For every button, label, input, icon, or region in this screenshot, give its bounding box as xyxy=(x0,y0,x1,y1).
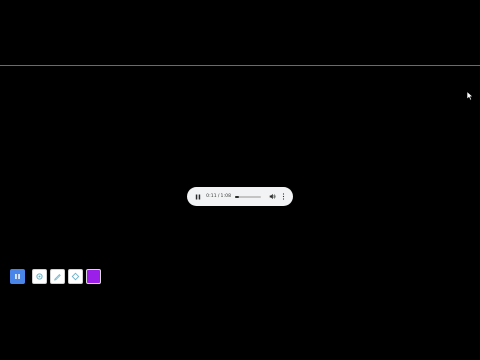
crosshair-icon xyxy=(36,272,43,280)
bottom-toolbar xyxy=(10,268,101,284)
audio-player[interactable]: 0:11/1:08 xyxy=(187,187,293,206)
toolbar-shape-button[interactable] xyxy=(68,268,83,284)
current-time: 0:11 xyxy=(206,194,217,199)
toolbar-pen-button[interactable] xyxy=(50,268,65,284)
volume-icon xyxy=(269,193,276,200)
toolbar-select-button[interactable] xyxy=(32,268,47,284)
diamond-icon xyxy=(71,272,80,280)
mouse-cursor-icon xyxy=(466,91,474,101)
seek-progress xyxy=(235,195,240,198)
pen-icon xyxy=(54,273,61,281)
more-options-button[interactable] xyxy=(280,192,287,202)
time-display: 0:11/1:08 xyxy=(206,194,231,199)
divider xyxy=(0,65,480,66)
duration: 1:08 xyxy=(220,194,232,199)
pause-button[interactable] xyxy=(193,192,202,202)
volume-button[interactable] xyxy=(268,192,277,202)
toolbar-pause-button[interactable] xyxy=(10,268,25,284)
pause-icon xyxy=(195,194,200,199)
seek-bar[interactable] xyxy=(235,195,261,198)
pause-icon xyxy=(15,273,20,279)
color-swatch[interactable] xyxy=(86,268,101,284)
more-vertical-icon xyxy=(282,193,284,200)
screen: 0:11/1:08 xyxy=(0,0,480,360)
